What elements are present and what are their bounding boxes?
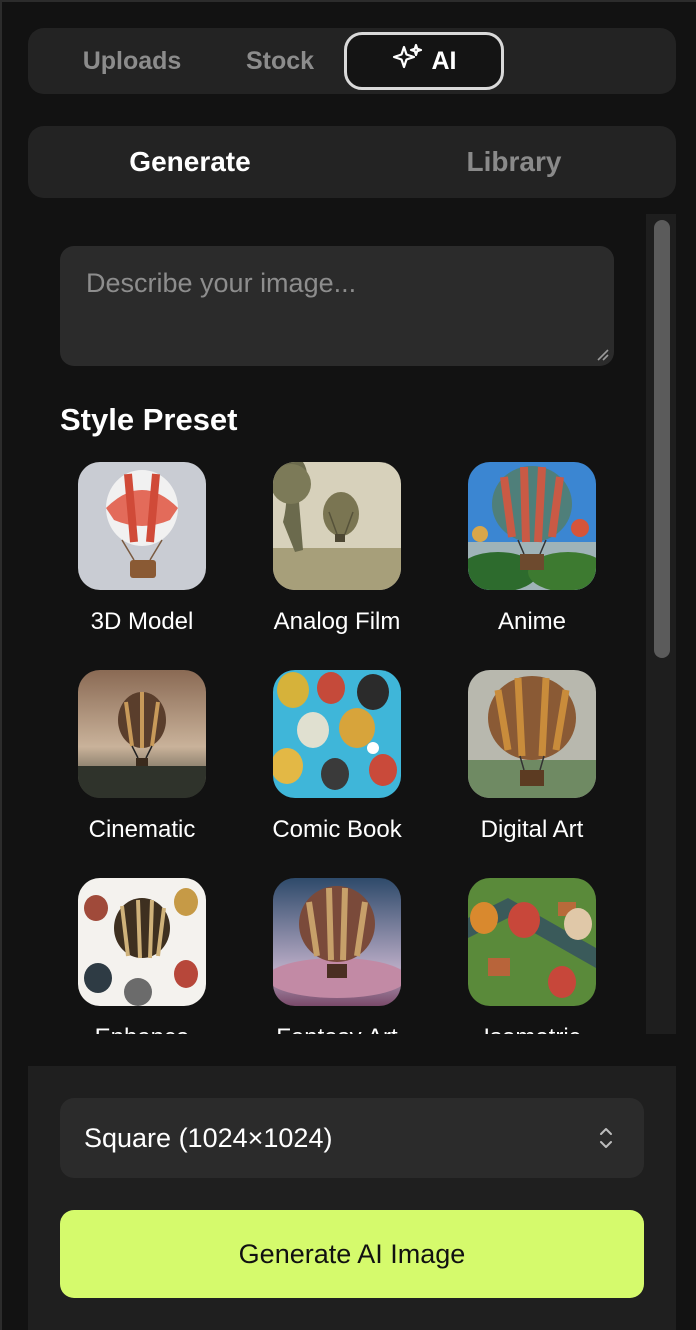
bottom-controls: Square (1024×1024) Generate AI Image [28,1066,676,1330]
preset-label: Analog Film [273,608,401,635]
generate-scroll-area: Style Preset 3D Model [28,214,676,1034]
preset-label: Cinematic [88,816,196,843]
hot-air-balloon-isometric-thumbnail [468,878,596,1006]
preset-3d-model[interactable]: 3D Model [57,462,227,636]
size-select-value: Square (1024×1024) [84,1122,333,1153]
preset-label: Anime [497,608,567,635]
hot-air-balloon-fantasy-thumbnail [273,878,401,1006]
hot-air-balloon-comic-thumbnail [273,670,401,798]
preset-cinematic[interactable]: Cinematic [57,670,227,844]
preset-label: Fantasy Art [276,1024,397,1034]
style-preset-title: Style Preset [60,402,238,437]
preset-label: 3D Model [90,608,194,635]
tab-stock[interactable]: Stock [230,32,330,90]
tab-ai[interactable]: AI [344,32,504,90]
generate-ai-image-button[interactable]: Generate AI Image [60,1210,644,1298]
preset-fantasy-art[interactable]: Fantasy Art [252,878,422,1034]
hot-air-balloon-digital-thumbnail [468,670,596,798]
hot-air-balloon-enhance-thumbnail [78,878,206,1006]
preset-digital-art[interactable]: Digital Art [447,670,617,844]
preset-label: Comic Book [272,816,402,843]
hot-air-balloon-3d-thumbnail [78,462,206,590]
hot-air-balloon-analog-thumbnail [273,462,401,590]
hot-air-balloon-cinematic-thumbnail [78,670,206,798]
chevron-updown-icon [600,1128,612,1148]
mode-tabs: Generate Library [28,126,676,198]
tab-uploads[interactable]: Uploads [72,32,192,90]
preset-analog-film[interactable]: Analog Film [252,462,422,636]
tab-generate[interactable]: Generate [28,126,352,198]
size-select[interactable]: Square (1024×1024) [60,1098,644,1178]
preset-anime[interactable]: Anime [447,462,617,636]
resize-grip-icon[interactable] [594,346,610,362]
preset-label: Isometric [483,1024,580,1034]
hot-air-balloon-anime-thumbnail [468,462,596,590]
prompt-input[interactable] [60,246,614,366]
tab-ai-label: AI [431,46,457,75]
preset-comic-book[interactable]: Comic Book [252,670,422,844]
preset-enhance[interactable]: Enhance [57,878,227,1034]
tab-library[interactable]: Library [352,126,676,198]
scrollbar-thumb[interactable] [654,220,670,658]
ai-image-panel: Uploads Stock AI Generate Library Style … [0,0,696,1330]
preset-label: Digital Art [480,816,584,843]
source-tabs: Uploads Stock AI [28,28,676,94]
sparkles-icon [392,42,432,81]
preset-label: Enhance [95,1024,190,1034]
preset-isometric[interactable]: Isometric [447,878,617,1034]
